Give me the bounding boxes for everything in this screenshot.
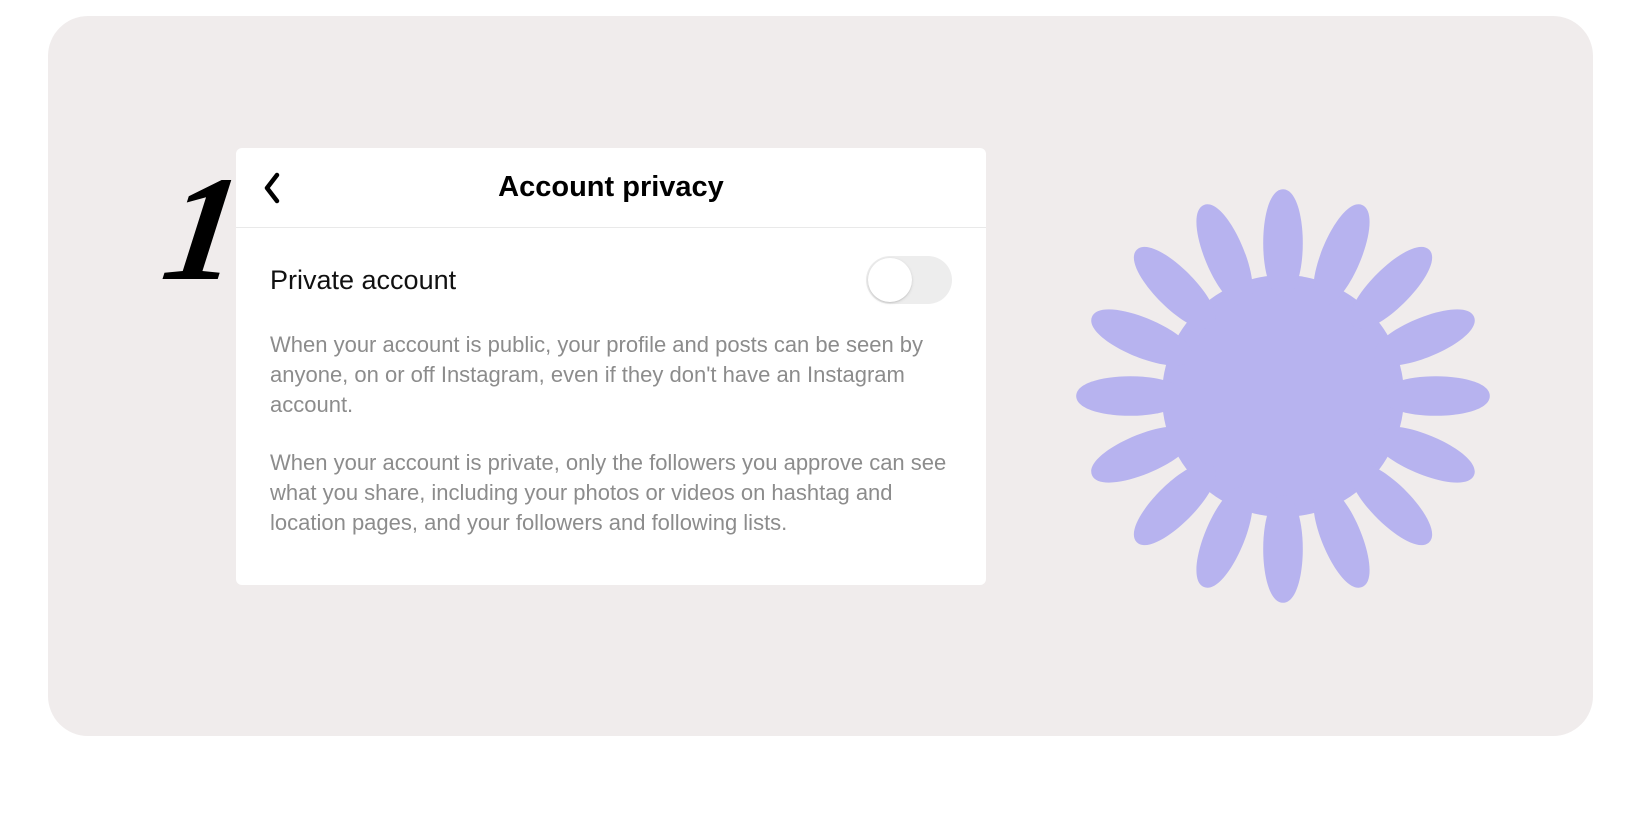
public-description: When your account is public, your profil… [270,330,952,420]
chevron-left-icon [262,172,282,204]
private-account-toggle[interactable] [866,256,952,304]
tutorial-slide: 1 Account privacy Private account When y… [48,16,1593,736]
settings-panel: Account privacy Private account When you… [236,148,986,585]
back-button[interactable] [254,170,290,206]
toggle-knob [868,258,912,302]
page-title: Account privacy [236,171,986,204]
panel-header: Account privacy [236,148,986,228]
private-account-label: Private account [270,265,456,296]
starburst-icon [1063,176,1503,616]
private-description: When your account is private, only the f… [270,448,952,538]
step-number: 1 [155,154,245,304]
descriptions: When your account is public, your profil… [236,322,986,585]
private-account-row: Private account [236,228,986,322]
